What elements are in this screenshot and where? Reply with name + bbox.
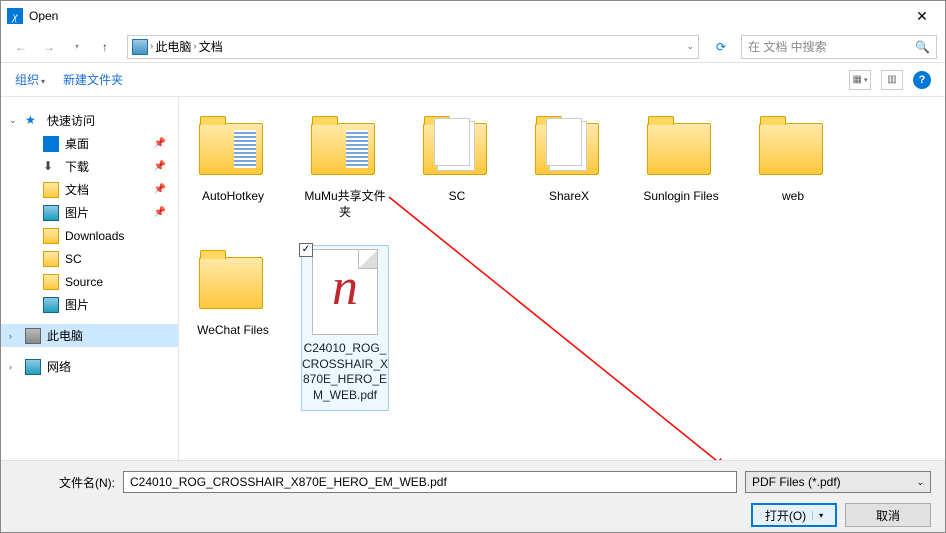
star-icon: ★ [25,113,41,129]
breadcrumb-dropdown[interactable]: ⌄ [686,41,694,52]
folder-icon [43,228,59,244]
file-item-folder[interactable]: Sunlogin Files [635,109,727,239]
file-item-folder[interactable]: SC [411,109,503,239]
file-label: WeChat Files [195,323,271,339]
folder-icon [647,115,715,183]
sidebar-pics2[interactable]: 图片 [1,293,178,316]
sidebar-source[interactable]: Source [1,270,178,293]
sidebar-network[interactable]: ›网络 [1,355,178,378]
filename-input[interactable] [123,471,737,493]
file-item-folder[interactable]: MuMu共享文件夹 [299,109,391,239]
view-button[interactable]: ▦▾ [849,70,871,90]
file-item-pdf[interactable]: ✓nC24010_ROG_CROSSHAIR_X870E_HERO_EM_WEB… [299,243,391,413]
network-icon [25,359,41,375]
file-label: ShareX [547,189,591,205]
file-label: AutoHotkey [200,189,266,205]
file-label: SC [447,189,468,205]
sidebar-pics[interactable]: 图片📌 [1,201,178,224]
folder-icon [423,115,491,183]
file-view[interactable]: AutoHotkey MuMu共享文件夹 SC ShareX Sunlogin File… [179,97,945,491]
organize-button[interactable]: 组织▾ [15,71,45,88]
refresh-button[interactable]: ⟳ [709,35,733,59]
preview-button[interactable]: ▥ [881,70,903,90]
document-icon [43,182,59,198]
pin-icon: 📌 [154,138,166,149]
pictures-icon [43,297,59,313]
file-item-folder[interactable]: web [747,109,839,239]
pc-icon [132,39,148,55]
sidebar-desktop[interactable]: 桌面📌 [1,132,178,155]
folder-icon [43,251,59,267]
cancel-button[interactable]: 取消 [845,503,931,527]
pin-icon: 📌 [154,184,166,195]
pictures-icon [43,205,59,221]
chevron-right-icon: › [150,41,153,52]
breadcrumb-loc[interactable]: 文档 [199,38,223,55]
file-label: MuMu共享文件夹 [299,189,391,220]
file-item-folder[interactable]: AutoHotkey [187,109,279,239]
sidebar-this-pc[interactable]: ›此电脑 [1,324,178,347]
sidebar-quick-access[interactable]: ⌄★快速访问 [1,109,178,132]
pin-icon: 📌 [154,207,166,218]
sidebar-downloads-cn[interactable]: ⬇下载📌 [1,155,178,178]
search-input[interactable]: 在 文档 中搜索 🔍 [741,35,937,59]
folder-icon [199,115,267,183]
newfolder-button[interactable]: 新建文件夹 [63,71,123,88]
pin-icon: 📌 [154,161,166,172]
folder-icon [43,274,59,290]
file-item-folder[interactable]: WeChat Files [187,243,279,373]
folder-icon [759,115,827,183]
footer: 文件名(N): PDF Files (*.pdf)⌄ 打开(O)▾ 取消 [1,460,945,532]
up-button[interactable]: ↑ [93,35,117,59]
open-button[interactable]: 打开(O)▾ [751,503,837,527]
sidebar-sc[interactable]: SC [1,247,178,270]
file-item-folder[interactable]: ShareX [523,109,615,239]
chevron-down-icon: ⌄ [916,477,924,488]
sidebar: ⌄★快速访问 桌面📌 ⬇下载📌 文档📌 图片📌 Downloads SC Sou… [1,97,179,491]
help-button[interactable]: ? [913,71,931,89]
desktop-icon [43,136,59,152]
search-icon: 🔍 [915,40,930,54]
titlebar: χ Open ✕ [1,1,945,31]
breadcrumb[interactable]: › 此电脑 › 文档 ⌄ [127,35,699,59]
close-button[interactable]: ✕ [899,1,945,31]
sidebar-downloads-en[interactable]: Downloads [1,224,178,247]
pdf-icon: n [312,249,378,335]
breadcrumb-pc[interactable]: 此电脑 [155,38,191,55]
sidebar-docs[interactable]: 文档📌 [1,178,178,201]
toolbar: 组织▾ 新建文件夹 ▦▾ ▥ ? [1,63,945,97]
folder-icon [535,115,603,183]
app-icon: χ [7,8,23,24]
chevron-right-icon: › [193,41,196,52]
folder-icon [199,249,267,317]
forward-button[interactable]: → [37,35,61,59]
file-label: Sunlogin Files [641,189,720,205]
recent-dropdown[interactable]: ▾ [65,35,89,59]
folder-icon [311,115,379,183]
download-icon: ⬇ [43,159,59,175]
search-placeholder: 在 文档 中搜索 [748,38,827,55]
filename-label: 文件名(N): [15,474,115,491]
filetype-select[interactable]: PDF Files (*.pdf)⌄ [745,471,931,493]
pc-icon [25,328,41,344]
file-label: web [780,189,806,205]
window-title: Open [29,9,899,23]
back-button[interactable]: ← [9,35,33,59]
nav-bar: ← → ▾ ↑ › 此电脑 › 文档 ⌄ ⟳ 在 文档 中搜索 🔍 [1,31,945,63]
